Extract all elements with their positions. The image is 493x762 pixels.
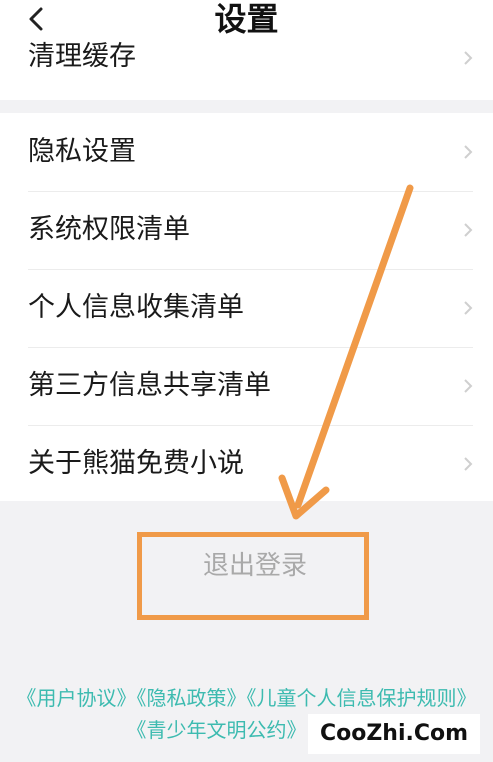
settings-group-storage: 清理缓存 (0, 38, 493, 100)
chevron-right-icon (464, 223, 473, 237)
chevron-right-icon (464, 51, 473, 65)
settings-row-permissions[interactable]: 系统权限清单 (0, 191, 493, 269)
chevron-right-icon (464, 379, 473, 393)
link-child-privacy-rules[interactable]: 《儿童个人信息保护规则》 (247, 686, 477, 710)
settings-row-personal-info[interactable]: 个人信息收集清单 (0, 269, 493, 347)
link-privacy-policy[interactable]: 《隐私政策》 (137, 686, 247, 710)
link-user-agreement[interactable]: 《用户协议》 (17, 686, 137, 710)
watermark: CooZhi.Com (308, 714, 480, 754)
settings-row-about[interactable]: 关于熊猫免费小说 (0, 425, 493, 503)
clear-cache-label: 清理缓存 (28, 41, 136, 72)
chevron-right-icon (464, 457, 473, 471)
clear-cache-row[interactable]: 清理缓存 (0, 28, 493, 90)
row-label: 个人信息收集清单 (28, 292, 244, 323)
chevron-right-icon (464, 301, 473, 315)
row-label: 关于熊猫免费小说 (28, 448, 244, 479)
settings-row-privacy[interactable]: 隐私设置 (0, 113, 493, 191)
link-youth-convention[interactable]: 《青少年文明公约》 (127, 718, 307, 742)
row-label: 隐私设置 (28, 136, 136, 167)
chevron-right-icon (464, 145, 473, 159)
settings-group-privacy: 隐私设置 系统权限清单 个人信息收集清单 第三方信息共享清单 关于熊猫免费小说 (0, 113, 493, 501)
row-label: 第三方信息共享清单 (28, 370, 271, 401)
annotation-highlight-box (137, 532, 369, 620)
settings-row-third-party[interactable]: 第三方信息共享清单 (0, 347, 493, 425)
row-label: 系统权限清单 (28, 214, 190, 245)
